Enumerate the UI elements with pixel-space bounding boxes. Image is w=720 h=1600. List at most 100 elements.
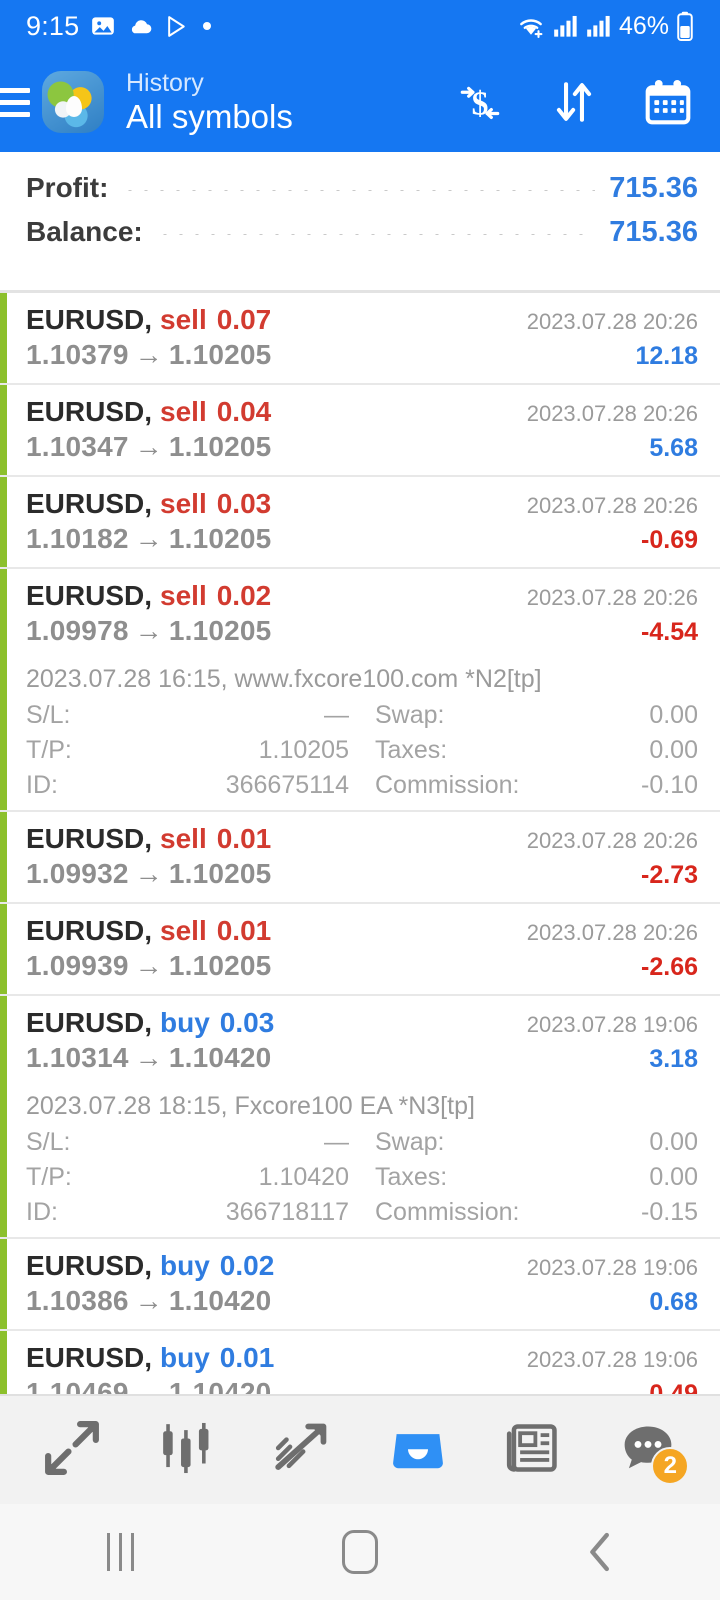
deal-date: 2023.07.28 19:06 [526, 1346, 698, 1372]
deal-open-price: 1.10314 [26, 1041, 129, 1073]
recents-icon [106, 1533, 134, 1571]
deal-summary[interactable]: EURUSD, sell 0.03 2023.07.28 20:26 1.10182 → 1… [0, 477, 720, 567]
deal-price-line: 1.10469 → 1.10420 -0.49 [26, 1377, 698, 1394]
deal-profit: 0.68 [649, 1287, 698, 1316]
deal-price-line: 1.09978 → 1.10205 -4.54 [26, 615, 698, 647]
deal-date: 2023.07.28 20:26 [526, 919, 698, 945]
nav-history[interactable] [375, 1407, 461, 1493]
nav-news[interactable] [490, 1407, 576, 1493]
arrow-right-icon: → [134, 857, 163, 889]
deal-side-volume: buy 0.03 [160, 1007, 274, 1039]
deal-row[interactable]: EURUSD, sell 0.01 2023.07.28 20:26 1.09932 → 1… [0, 811, 720, 904]
quotes-icon [41, 1417, 103, 1484]
deal-symbol: EURUSD, [26, 579, 153, 611]
deal-summary[interactable]: EURUSD, sell 0.07 2023.07.28 20:26 1.10379 → 1… [0, 293, 720, 383]
deal-prices: 1.09932 → 1.10205 [26, 858, 271, 890]
deal-comment: 2023.07.28 18:15, Fxcore100 EA *N3[tp] [26, 1091, 475, 1120]
recents-button[interactable] [60, 1504, 180, 1600]
deal-volume: 0.02 [216, 579, 272, 611]
deal-profit: 3.18 [649, 1044, 698, 1073]
hamburger-menu-icon[interactable] [0, 52, 30, 152]
deal-history-list[interactable]: EURUSD, sell 0.07 2023.07.28 20:26 1.10379 → 1… [0, 292, 720, 1394]
account-avatar[interactable] [42, 71, 104, 133]
header-actions: $ [454, 76, 698, 128]
deal-symbol: EURUSD, [26, 1341, 153, 1373]
take-profit-cell: T/P: 1.10420 [26, 1163, 349, 1192]
deal-summary[interactable]: EURUSD, buy 0.02 2023.07.28 19:06 1.10386 → 1.… [0, 1239, 720, 1329]
deal-summary[interactable]: EURUSD, sell 0.01 2023.07.28 20:26 1.09939 → 1… [0, 904, 720, 994]
deal-row[interactable]: EURUSD, buy 0.03 2023.07.28 19:06 1.10314 → 1.… [0, 995, 720, 1239]
gallery-icon [90, 13, 116, 39]
deal-open-price: 1.10386 [26, 1284, 129, 1316]
deal-side-volume: sell 0.03 [160, 488, 271, 520]
arrow-right-icon: → [134, 1284, 163, 1316]
page-title[interactable]: All symbols [126, 98, 293, 136]
deal-summary[interactable]: EURUSD, buy 0.01 2023.07.28 19:06 1.10469 → 1.… [0, 1331, 720, 1394]
currency-exchange-icon[interactable]: $ [454, 76, 506, 128]
deal-summary[interactable]: EURUSD, sell 0.01 2023.07.28 20:26 1.09932 → 1… [0, 812, 720, 902]
deal-symbol: EURUSD, [26, 1006, 153, 1038]
deal-volume: 0.03 [219, 1006, 275, 1038]
swap-label: Swap: [375, 1127, 445, 1156]
deal-row[interactable]: EURUSD, sell 0.01 2023.07.28 20:26 1.09939 → 1… [0, 903, 720, 996]
android-navigation-bar [0, 1504, 720, 1600]
deal-volume: 0.04 [216, 395, 272, 427]
deal-row[interactable]: EURUSD, buy 0.02 2023.07.28 19:06 1.10386 → 1.… [0, 1238, 720, 1331]
deal-side-volume: sell 0.01 [160, 915, 271, 947]
swap-label: Swap: [375, 700, 445, 729]
deal-prices: 1.10386 → 1.10420 [26, 1285, 271, 1317]
deal-prices: 1.09978 → 1.10205 [26, 615, 271, 647]
deal-row[interactable]: EURUSD, sell 0.02 2023.07.28 20:26 1.09978 → 1… [0, 568, 720, 812]
nav-trade[interactable] [259, 1407, 345, 1493]
nav-chat[interactable]: 2 [605, 1407, 691, 1493]
back-button[interactable] [540, 1504, 660, 1600]
deal-side: sell [160, 822, 207, 854]
history-icon [387, 1417, 449, 1484]
taxes-value: 0.00 [649, 1162, 698, 1191]
deal-date: 2023.07.28 20:26 [526, 400, 698, 426]
deal-id-value: 366675114 [225, 770, 349, 799]
status-bar: 9:15 46% [0, 0, 720, 52]
cloud-icon [127, 13, 154, 40]
nav-charts[interactable] [144, 1407, 230, 1493]
deal-summary[interactable]: EURUSD, buy 0.03 2023.07.28 19:06 1.10314 → 1.… [0, 996, 720, 1086]
swap-cell: Swap: 0.00 [375, 1128, 698, 1157]
profit-row: Profit: 715.36 [26, 172, 698, 216]
deal-row[interactable]: EURUSD, sell 0.07 2023.07.28 20:26 1.10379 → 1… [0, 292, 720, 385]
deal-date: 2023.07.28 20:26 [526, 827, 698, 853]
deal-date: 2023.07.28 20:26 [526, 584, 698, 610]
deal-header-line: EURUSD, sell 0.04 2023.07.28 20:26 [26, 396, 698, 428]
deal-close-price: 1.10205 [168, 430, 272, 462]
deal-symbol: EURUSD, [26, 914, 153, 946]
leader-dots [156, 234, 596, 235]
calendar-icon[interactable] [642, 76, 694, 128]
deal-row[interactable]: EURUSD, buy 0.01 2023.07.28 19:06 1.10469 → 1.… [0, 1330, 720, 1394]
deal-open-price: 1.09932 [26, 857, 129, 889]
phone-screen: 9:15 46% History All symbols $ Profit: 7… [0, 0, 720, 1600]
deal-open-price: 1.10347 [26, 430, 129, 462]
deal-side-volume: sell 0.01 [160, 823, 271, 855]
commission-label: Commission: [375, 1197, 520, 1226]
deal-detail-grid: S/L: — Swap: 0.00 T/P: 1.10205 Taxes: 0.00 ID: 36… [26, 701, 698, 800]
arrow-right-icon: → [134, 1041, 163, 1073]
deal-row[interactable]: EURUSD, sell 0.04 2023.07.28 20:26 1.10347 → 1… [0, 384, 720, 477]
nav-quotes[interactable] [29, 1407, 115, 1493]
deal-profit: 12.18 [635, 341, 698, 370]
take-profit-label: T/P: [26, 1162, 72, 1191]
take-profit-value: 1.10420 [258, 1162, 349, 1191]
deal-close-price: 1.10205 [168, 338, 272, 370]
commission-value: -0.15 [641, 1197, 698, 1226]
deal-profit: -2.73 [641, 860, 698, 889]
deal-summary[interactable]: EURUSD, sell 0.04 2023.07.28 20:26 1.10347 → 1… [0, 385, 720, 475]
deal-close-price: 1.10420 [168, 1284, 272, 1316]
sort-icon[interactable] [548, 76, 600, 128]
back-icon [590, 1532, 609, 1572]
home-button[interactable] [300, 1504, 420, 1600]
signal-icon [553, 14, 579, 38]
deal-summary[interactable]: EURUSD, sell 0.02 2023.07.28 20:26 1.09978 → 1… [0, 569, 720, 659]
deal-side-volume: buy 0.02 [160, 1250, 274, 1282]
deal-row[interactable]: EURUSD, sell 0.03 2023.07.28 20:26 1.10182 → 1… [0, 476, 720, 569]
deal-side: sell [160, 914, 207, 946]
balance-value: 715.36 [609, 216, 698, 248]
deal-side: buy [160, 1249, 210, 1281]
